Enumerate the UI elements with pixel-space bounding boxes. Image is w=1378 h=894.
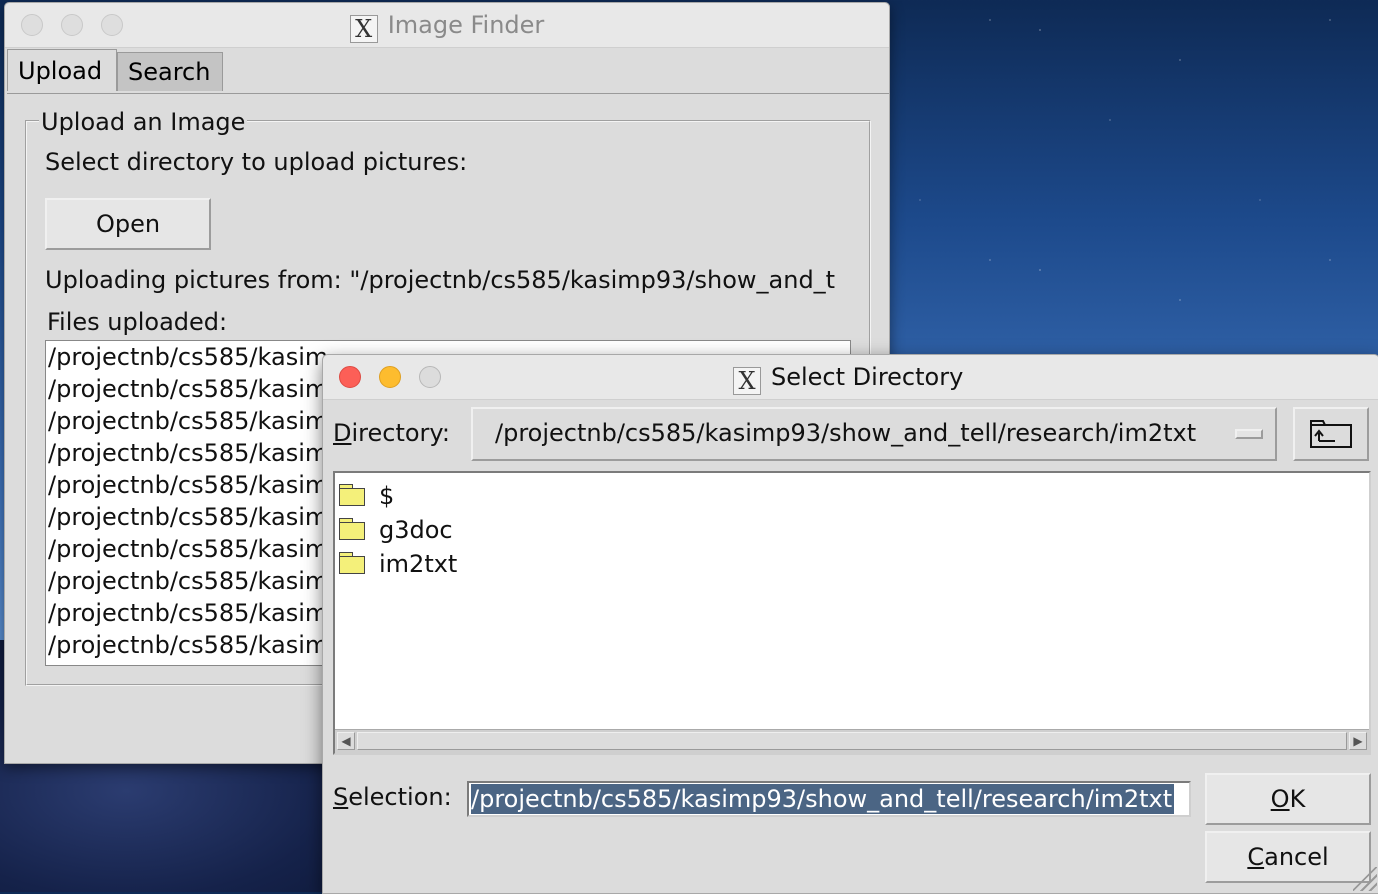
- x11-icon: X: [733, 367, 761, 395]
- scroll-left-icon[interactable]: ◀: [337, 732, 355, 750]
- files-uploaded-label: Files uploaded:: [47, 308, 228, 336]
- dialog-titlebar[interactable]: X Select Directory: [323, 355, 1378, 400]
- directory-label: Directory:: [333, 419, 450, 447]
- scrollbar-thumb[interactable]: [357, 732, 1347, 750]
- uploading-from-text: Uploading pictures from: "/projectnb/cs5…: [45, 266, 836, 294]
- minimize-button[interactable]: [379, 366, 401, 388]
- folder-item[interactable]: $: [339, 479, 394, 513]
- tab-upload[interactable]: Upload: [7, 49, 117, 91]
- dialog-title: X Select Directory: [733, 363, 963, 395]
- horizontal-scrollbar[interactable]: ◀ ▶: [335, 729, 1369, 753]
- group-title: Upload an Image: [39, 108, 248, 136]
- zoom-button[interactable]: [419, 366, 441, 388]
- tab-search[interactable]: Search: [117, 52, 223, 91]
- directory-combobox[interactable]: /projectnb/cs585/kasimp93/show_and_tell/…: [471, 407, 1277, 461]
- folder-icon: [339, 518, 365, 540]
- parent-directory-button[interactable]: [1293, 407, 1369, 461]
- close-button[interactable]: [339, 366, 361, 388]
- select-prompt: Select directory to upload pictures:: [45, 148, 468, 176]
- selection-input[interactable]: /projectnb/cs585/kasimp93/show_and_tell/…: [467, 781, 1191, 817]
- folder-icon: [339, 484, 365, 506]
- folder-up-icon: [1310, 420, 1352, 448]
- selection-value: /projectnb/cs585/kasimp93/show_and_tell/…: [471, 784, 1175, 814]
- image-finder-titlebar[interactable]: X Image Finder: [5, 3, 889, 48]
- x11-icon: X: [349, 15, 378, 43]
- ok-button[interactable]: OK: [1205, 773, 1371, 825]
- scroll-right-icon[interactable]: ▶: [1349, 732, 1367, 750]
- dropdown-arrow-icon[interactable]: [1235, 429, 1263, 439]
- window-title: X Image Finder: [5, 11, 889, 43]
- folder-item[interactable]: g3doc: [339, 513, 453, 547]
- directory-value: /projectnb/cs585/kasimp93/show_and_tell/…: [495, 419, 1197, 447]
- folder-icon: [339, 552, 365, 574]
- select-directory-dialog: X Select Directory Directory: /projectnb/…: [322, 354, 1378, 894]
- resize-grip-icon[interactable]: [1353, 867, 1377, 891]
- selection-label: Selection:: [333, 783, 452, 811]
- cancel-button[interactable]: Cancel: [1205, 831, 1371, 883]
- open-button[interactable]: Open: [45, 198, 211, 250]
- folder-item[interactable]: im2txt: [339, 547, 457, 581]
- directory-list[interactable]: $ g3doc im2txt ◀ ▶: [333, 471, 1371, 755]
